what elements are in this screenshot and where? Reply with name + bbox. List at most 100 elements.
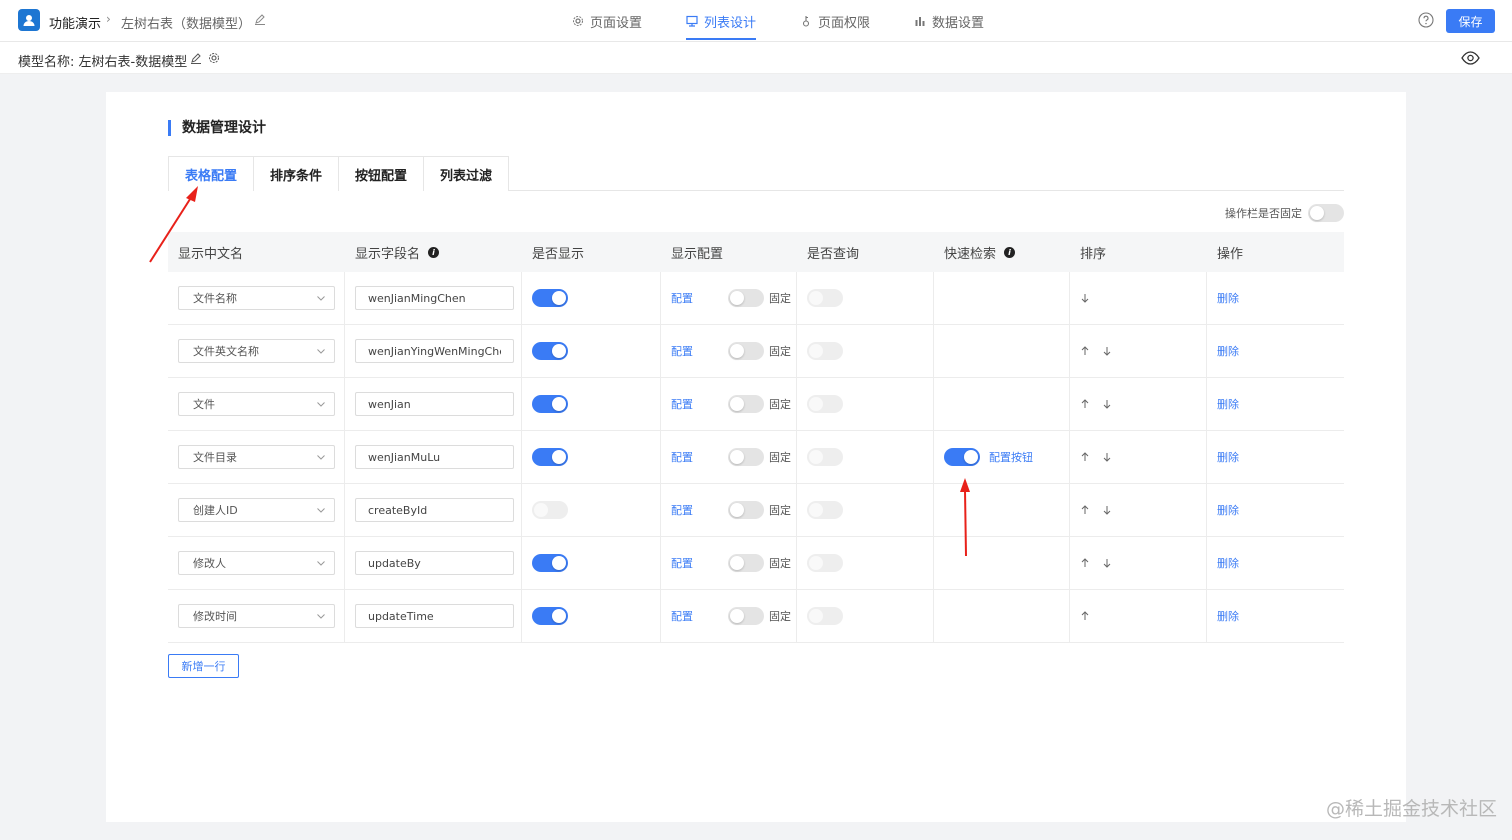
show-switch[interactable] bbox=[532, 607, 568, 625]
field-name-input[interactable] bbox=[355, 498, 514, 522]
arrow-up-icon[interactable] bbox=[1080, 611, 1090, 621]
sub-tab-sort-conditions[interactable]: 排序条件 bbox=[253, 156, 339, 191]
edit-icon[interactable] bbox=[190, 52, 202, 64]
add-row-button[interactable]: 新增一行 bbox=[168, 654, 239, 678]
show-switch[interactable] bbox=[532, 342, 568, 360]
info-icon[interactable]: i bbox=[428, 246, 440, 258]
config-link[interactable]: 配置 bbox=[671, 502, 693, 518]
arrow-down-icon[interactable] bbox=[1102, 505, 1112, 515]
chevron-down-icon bbox=[317, 296, 325, 301]
delete-link[interactable]: 删除 bbox=[1217, 343, 1239, 359]
help-icon[interactable] bbox=[1418, 12, 1434, 28]
cell-show bbox=[522, 536, 661, 590]
sub-tab-button-config[interactable]: 按钮配置 bbox=[338, 156, 424, 191]
sub-tab-list-filter[interactable]: 列表过滤 bbox=[423, 156, 509, 191]
query-switch[interactable] bbox=[807, 554, 843, 572]
fixed-switch[interactable] bbox=[728, 448, 764, 466]
app-logo-icon[interactable] bbox=[18, 9, 40, 31]
query-switch[interactable] bbox=[807, 448, 843, 466]
quick-config-link[interactable]: 配置按钮 bbox=[989, 449, 1033, 465]
info-icon[interactable]: i bbox=[1004, 246, 1016, 258]
fixed-op-switch[interactable] bbox=[1308, 204, 1344, 222]
cell-quick-search bbox=[934, 324, 1070, 378]
cell-field-name bbox=[345, 324, 522, 378]
arrow-up-icon[interactable] bbox=[1080, 452, 1090, 462]
arrow-down-icon[interactable] bbox=[1102, 558, 1112, 568]
cell-show-config: 配置 固定 bbox=[661, 430, 797, 484]
arrow-up-icon[interactable] bbox=[1080, 505, 1090, 515]
cell-action: 删除 bbox=[1207, 378, 1344, 431]
cn-name-select[interactable]: 文件 bbox=[178, 392, 335, 416]
tab-page-settings[interactable]: 页面设置 bbox=[560, 0, 654, 42]
cn-name-select[interactable]: 创建人ID bbox=[178, 498, 335, 522]
arrow-up-icon[interactable] bbox=[1080, 558, 1090, 568]
save-button[interactable]: 保存 bbox=[1446, 9, 1495, 33]
sort-arrows bbox=[1080, 399, 1112, 409]
tab-list-design[interactable]: 列表设计 bbox=[674, 0, 768, 42]
cell-sort bbox=[1070, 589, 1207, 643]
delete-link[interactable]: 删除 bbox=[1217, 290, 1239, 306]
edit-icon[interactable] bbox=[254, 13, 266, 25]
field-name-input[interactable] bbox=[355, 286, 514, 310]
fixed-switch[interactable] bbox=[728, 607, 764, 625]
config-link[interactable]: 配置 bbox=[671, 343, 693, 359]
select-value: 文件名称 bbox=[193, 292, 237, 305]
field-name-input[interactable] bbox=[355, 339, 514, 363]
config-link[interactable]: 配置 bbox=[671, 290, 693, 306]
delete-link[interactable]: 删除 bbox=[1217, 396, 1239, 412]
delete-link[interactable]: 删除 bbox=[1217, 555, 1239, 571]
tab-data-settings[interactable]: 数据设置 bbox=[902, 0, 996, 42]
field-name-input[interactable] bbox=[355, 392, 514, 416]
cell-cn-name: 文件 bbox=[168, 377, 345, 431]
table-row: 文件 配置 固定 删除 bbox=[168, 377, 1344, 431]
show-switch[interactable] bbox=[532, 448, 568, 466]
arrow-down-icon[interactable] bbox=[1080, 293, 1090, 303]
fixed-op-toggle-group: 操作栏是否固定 bbox=[1225, 204, 1344, 222]
eye-icon[interactable] bbox=[1461, 51, 1480, 65]
show-switch[interactable] bbox=[532, 554, 568, 572]
arrow-up-icon[interactable] bbox=[1080, 399, 1090, 409]
delete-link[interactable]: 删除 bbox=[1217, 502, 1239, 518]
cn-name-select[interactable]: 文件名称 bbox=[178, 286, 335, 310]
cn-name-select[interactable]: 修改人 bbox=[178, 551, 335, 575]
sort-arrows bbox=[1080, 558, 1112, 568]
delete-link[interactable]: 删除 bbox=[1217, 449, 1239, 465]
field-name-input[interactable] bbox=[355, 604, 514, 628]
cn-name-select[interactable]: 修改时间 bbox=[178, 604, 335, 628]
cell-action: 删除 bbox=[1207, 325, 1344, 378]
query-switch[interactable] bbox=[807, 395, 843, 413]
delete-link[interactable]: 删除 bbox=[1217, 608, 1239, 624]
fixed-switch[interactable] bbox=[728, 501, 764, 519]
app-name[interactable]: 功能演示 bbox=[49, 13, 101, 32]
table-header: 显示中文名 显示字段名 i 是否显示 显示配置 是否查询 快速检索 i 排序 操作 bbox=[168, 232, 1344, 272]
show-switch[interactable] bbox=[532, 501, 568, 519]
arrow-down-icon[interactable] bbox=[1102, 346, 1112, 356]
query-switch[interactable] bbox=[807, 501, 843, 519]
show-switch[interactable] bbox=[532, 289, 568, 307]
query-switch[interactable] bbox=[807, 607, 843, 625]
field-name-input[interactable] bbox=[355, 551, 514, 575]
fixed-switch[interactable] bbox=[728, 395, 764, 413]
tab-page-permissions[interactable]: 页面权限 bbox=[788, 0, 882, 42]
arrow-up-icon[interactable] bbox=[1080, 346, 1090, 356]
gear-icon[interactable] bbox=[208, 52, 220, 64]
show-switch[interactable] bbox=[532, 395, 568, 413]
chevron-right-icon: › bbox=[106, 12, 111, 26]
fixed-switch[interactable] bbox=[728, 554, 764, 572]
config-link[interactable]: 配置 bbox=[671, 396, 693, 412]
query-switch[interactable] bbox=[807, 289, 843, 307]
cn-name-select[interactable]: 文件英文名称 bbox=[178, 339, 335, 363]
query-switch[interactable] bbox=[807, 342, 843, 360]
config-link[interactable]: 配置 bbox=[671, 555, 693, 571]
cn-name-select[interactable]: 文件目录 bbox=[178, 445, 335, 469]
fixed-switch[interactable] bbox=[728, 289, 764, 307]
config-link[interactable]: 配置 bbox=[671, 608, 693, 624]
fixed-switch[interactable] bbox=[728, 342, 764, 360]
field-name-input[interactable] bbox=[355, 445, 514, 469]
cell-cn-name: 修改时间 bbox=[168, 589, 345, 643]
cell-cn-name: 文件目录 bbox=[168, 430, 345, 484]
arrow-down-icon[interactable] bbox=[1102, 452, 1112, 462]
config-link[interactable]: 配置 bbox=[671, 449, 693, 465]
quick-search-switch[interactable] bbox=[944, 448, 980, 466]
arrow-down-icon[interactable] bbox=[1102, 399, 1112, 409]
